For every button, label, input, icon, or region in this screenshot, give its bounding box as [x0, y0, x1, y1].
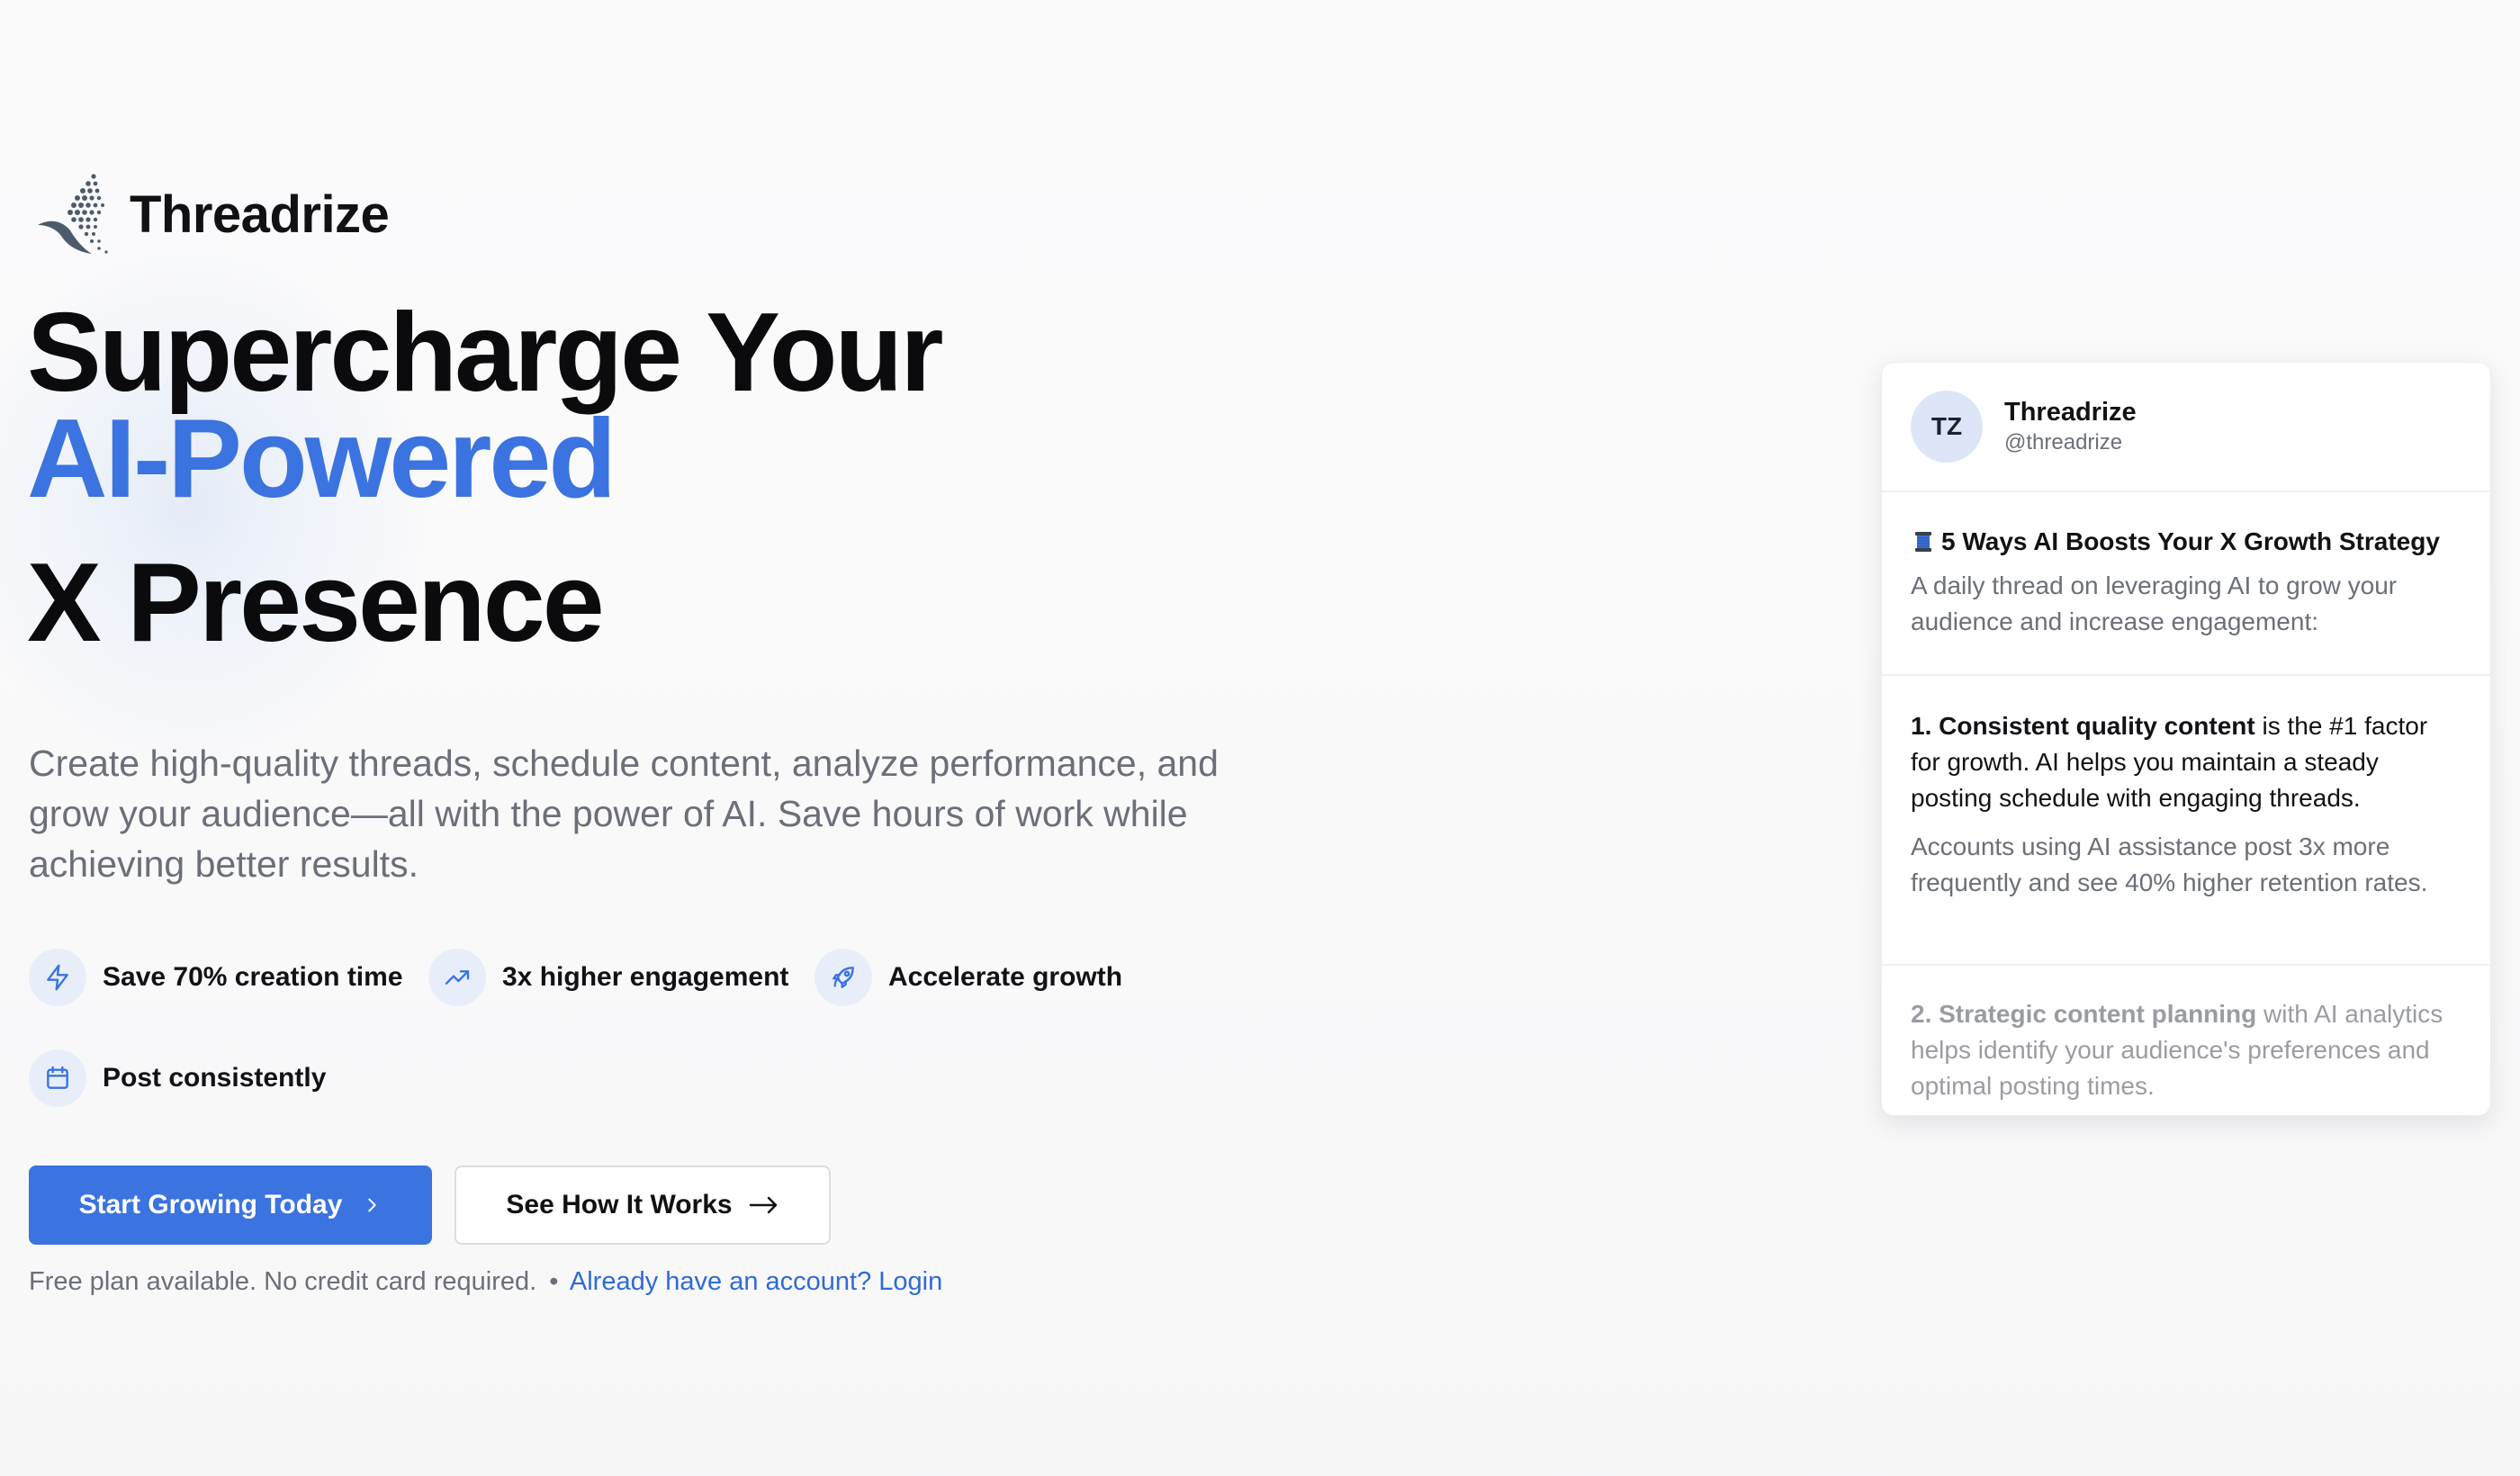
chevron-right-icon: [368, 1198, 377, 1212]
brand[interactable]: Threadrize: [34, 171, 390, 257]
post-intro-text: A daily thread on leveraging AI to grow …: [1911, 572, 2398, 635]
brand-name: Threadrize: [130, 184, 390, 244]
post-highlight: 2. Strategic content planning: [1911, 1000, 2257, 1028]
post-body: 2. Strategic content planning with AI an…: [1911, 996, 2462, 1104]
spool-of-thread-icon: [1915, 532, 1931, 552]
hero-headline: Supercharge Your AI-Powered X Presence: [27, 291, 944, 665]
feature-label: Save 70% creation time: [103, 962, 403, 992]
post-body: 1. Consistent quality content is the #1 …: [1911, 708, 2462, 816]
calendar-icon: [29, 1049, 86, 1107]
feature-save-time: Save 70% creation time: [29, 949, 403, 1006]
post-title-text: 5 Ways AI Boosts Your X Growth Strategy: [1941, 527, 2440, 555]
post-highlight: 1. Consistent quality content: [1911, 712, 2255, 740]
post-stat-text: Accounts using AI assistance post 3x mor…: [1911, 832, 2428, 896]
thread-post-1: 5 Ways AI Boosts Your X Growth Strategy …: [1882, 492, 2490, 676]
signup-footnote: Free plan available. No credit card requ…: [29, 1267, 942, 1297]
headline-line-3: X Presence: [27, 541, 605, 665]
hero-subtitle: Create high-quality threads, schedule co…: [29, 742, 1219, 885]
login-link[interactable]: Already have an account? Login: [570, 1267, 942, 1296]
start-growing-button[interactable]: Start Growing Today: [29, 1166, 432, 1245]
account-info: Threadrize @threadrize: [2004, 396, 2137, 457]
feature-growth: Accelerate growth: [814, 949, 1122, 1006]
threadrize-logo-icon: [38, 174, 108, 254]
arrow-right-icon: [749, 1196, 777, 1214]
thread-post-3: 2. Strategic content planning with AI an…: [1882, 966, 2490, 1104]
headline-line-2-accent: AI-Powered: [27, 397, 616, 521]
avatar: TZ: [1911, 391, 1983, 463]
thread-preview-card: TZ Threadrize @threadrize 5 Ways AI Boos…: [1881, 362, 2491, 1116]
feature-engagement: 3x higher engagement: [428, 949, 788, 1006]
account-handle: @threadrize: [2004, 430, 2123, 454]
headline-line-1: Supercharge Your: [27, 291, 944, 415]
see-how-it-works-button[interactable]: See How It Works: [454, 1166, 831, 1245]
lightning-icon: [29, 949, 86, 1006]
thread-post-2: 1. Consistent quality content is the #1 …: [1882, 676, 2490, 966]
rocket-icon: [814, 949, 872, 1006]
post-title: 5 Ways AI Boosts Your X Growth Strategy: [1911, 525, 2462, 559]
feature-consistency: Post consistently: [29, 1049, 326, 1107]
feature-label: Accelerate growth: [888, 962, 1123, 992]
bottom-wave-decoration: [0, 1332, 2520, 1476]
feature-label: Post consistently: [103, 1063, 327, 1093]
thread-card-header: TZ Threadrize @threadrize: [1882, 363, 2490, 492]
start-growing-label: Start Growing Today: [78, 1190, 343, 1220]
footnote-separator: •: [549, 1267, 559, 1296]
footnote-text: Free plan available. No credit card requ…: [29, 1267, 537, 1296]
trending-up-icon: [428, 949, 486, 1006]
feature-label: 3x higher engagement: [502, 962, 789, 992]
account-name: Threadrize: [2004, 398, 2137, 427]
see-how-it-works-label: See How It Works: [506, 1190, 733, 1220]
